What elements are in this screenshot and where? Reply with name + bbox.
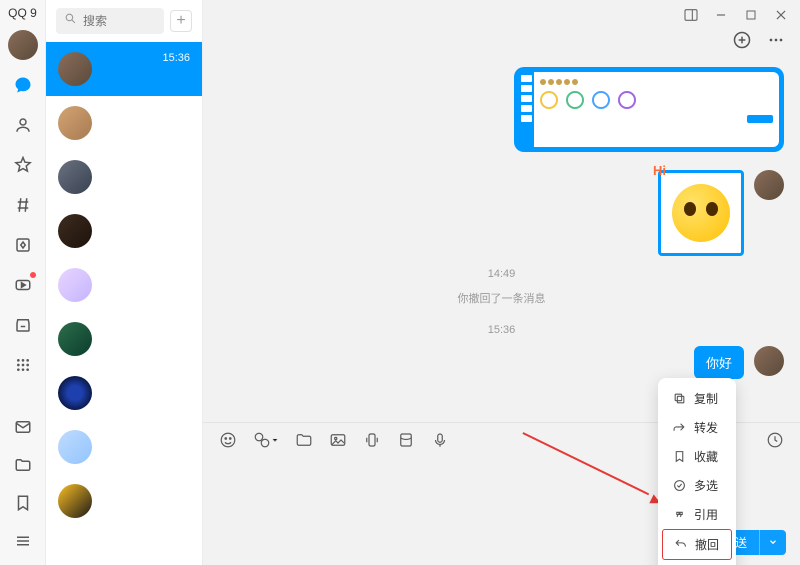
- folder-icon[interactable]: [13, 455, 33, 475]
- panel-toggle-icon[interactable]: [682, 6, 700, 24]
- copy-icon: [672, 392, 686, 406]
- more-icon[interactable]: [766, 30, 786, 55]
- contacts-icon[interactable]: [12, 114, 34, 136]
- avatar: [58, 322, 92, 356]
- forward-icon: [672, 421, 686, 435]
- conversation-item[interactable]: [46, 258, 202, 312]
- chat-panel: 14:49 你撤回了一条消息 15:36 你好 发送: [203, 0, 800, 565]
- add-button[interactable]: +: [170, 10, 192, 32]
- sender-avatar[interactable]: [754, 170, 784, 200]
- nav-secondary: [13, 417, 33, 559]
- nav-primary: [12, 74, 34, 376]
- history-icon[interactable]: [766, 431, 784, 449]
- avatar: [58, 214, 92, 248]
- avatar: [58, 484, 92, 518]
- star-icon[interactable]: [12, 154, 34, 176]
- conversation-item[interactable]: [46, 366, 202, 420]
- search-icon: [64, 12, 77, 30]
- undo-icon: [673, 538, 687, 552]
- menu-icon[interactable]: [13, 531, 33, 551]
- screenshot-icon[interactable]: [253, 431, 279, 449]
- nav-rail: QQ 9: [0, 0, 46, 565]
- text-message[interactable]: 你好: [694, 346, 744, 379]
- menu-copy[interactable]: 复制: [662, 384, 732, 413]
- check-circle-icon: [672, 479, 686, 493]
- conversation-time: 15:36: [162, 52, 190, 64]
- conversation-item[interactable]: [46, 96, 202, 150]
- avatar: [58, 106, 92, 140]
- context-menu: 复制 转发 收藏 多选 引用 撤回 删除: [658, 378, 736, 565]
- message-row: 你好: [219, 346, 784, 379]
- avatar: [58, 268, 92, 302]
- menu-recall[interactable]: 撤回: [662, 529, 732, 560]
- add-circle-icon[interactable]: [732, 30, 752, 55]
- titlebar: [203, 0, 800, 30]
- recall-notice: 你撤回了一条消息: [219, 290, 784, 306]
- search-input[interactable]: [83, 14, 156, 28]
- conversation-item[interactable]: [46, 420, 202, 474]
- avatar: [58, 430, 92, 464]
- app-root: QQ 9 +: [0, 0, 800, 565]
- self-avatar[interactable]: [8, 30, 38, 60]
- conversation-item[interactable]: 15:36: [46, 42, 202, 96]
- app-logo: QQ 9: [8, 6, 37, 20]
- emoji-icon[interactable]: [219, 431, 237, 449]
- timestamp: 15:36: [219, 324, 784, 336]
- bookmark-icon[interactable]: [13, 493, 33, 513]
- mail-icon[interactable]: [13, 417, 33, 437]
- search-row: +: [46, 0, 202, 42]
- conversation-item[interactable]: [46, 150, 202, 204]
- avatar: [58, 52, 92, 86]
- sender-avatar[interactable]: [754, 346, 784, 376]
- shake-icon[interactable]: [363, 431, 381, 449]
- close-icon[interactable]: [772, 6, 790, 24]
- apps-grid-icon[interactable]: [12, 354, 34, 376]
- video-icon[interactable]: [12, 274, 34, 296]
- conversation-scroll[interactable]: 15:36: [46, 42, 202, 565]
- timestamp: 14:49: [219, 268, 784, 280]
- message-row: [219, 170, 784, 256]
- redpacket-icon[interactable]: [397, 431, 415, 449]
- conversation-list: + 15:36: [46, 0, 203, 565]
- conversation-item[interactable]: [46, 312, 202, 366]
- shop-icon[interactable]: [12, 314, 34, 336]
- quote-icon: [672, 508, 686, 522]
- avatar: [58, 160, 92, 194]
- conversation-item[interactable]: [46, 204, 202, 258]
- search-box[interactable]: [56, 8, 164, 34]
- sticker-message[interactable]: [658, 170, 744, 256]
- menu-favorite[interactable]: 收藏: [662, 442, 732, 471]
- hash-icon[interactable]: [12, 194, 34, 216]
- conversation-item[interactable]: [46, 474, 202, 528]
- maximize-icon[interactable]: [742, 6, 760, 24]
- chat-icon[interactable]: [12, 74, 34, 96]
- menu-quote[interactable]: 引用: [662, 500, 732, 529]
- message-scroll[interactable]: 14:49 你撤回了一条消息 15:36 你好: [203, 59, 800, 422]
- image-icon[interactable]: [329, 431, 347, 449]
- avatar: [58, 376, 92, 410]
- voice-icon[interactable]: [431, 431, 449, 449]
- file-icon[interactable]: [295, 431, 313, 449]
- message-image[interactable]: [514, 67, 784, 152]
- menu-delete[interactable]: 删除: [662, 560, 732, 565]
- moments-icon[interactable]: [12, 234, 34, 256]
- send-dropdown[interactable]: [759, 530, 786, 555]
- menu-multiselect[interactable]: 多选: [662, 471, 732, 500]
- menu-forward[interactable]: 转发: [662, 413, 732, 442]
- minimize-icon[interactable]: [712, 6, 730, 24]
- bookmark-icon: [672, 450, 686, 464]
